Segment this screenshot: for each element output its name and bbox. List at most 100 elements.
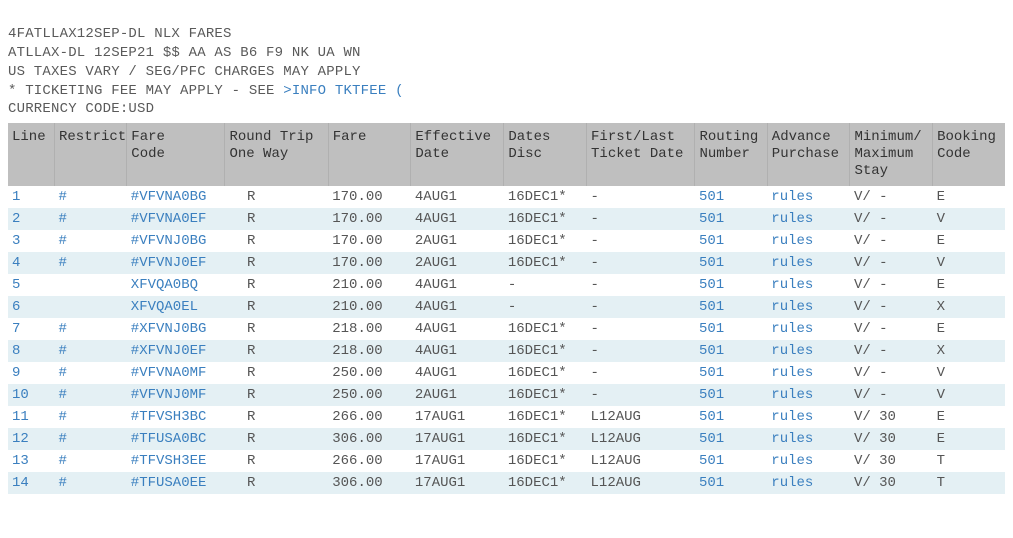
fare-code-link[interactable]: #XFVNJ0EF [127,340,225,362]
routing-number-link[interactable]: 501 [695,472,767,494]
table-row[interactable]: 4##VFVNJ0EFR170.002AUG116DEC1*-501rulesV… [8,252,1005,274]
restrict-flag[interactable]: # [54,340,126,362]
fare-code-link[interactable]: #TFVSH3EE [127,450,225,472]
table-row[interactable]: 3##VFVNJ0BGR170.002AUG116DEC1*-501rulesV… [8,230,1005,252]
advance-rules-link[interactable]: rules [767,450,850,472]
line-number[interactable]: 10 [8,384,54,406]
advance-rules-link[interactable]: rules [767,230,850,252]
restrict-flag[interactable]: # [54,384,126,406]
restrict-flag[interactable]: # [54,230,126,252]
advance-rules-link[interactable]: rules [767,362,850,384]
info-tktfee-link[interactable]: >INFO TKTFEE ( [283,83,403,99]
fare-code-link[interactable]: #TFVSH3BC [127,406,225,428]
line-number[interactable]: 3 [8,230,54,252]
restrict-flag[interactable] [54,274,126,296]
line-number[interactable]: 4 [8,252,54,274]
routing-number-link[interactable]: 501 [695,296,767,318]
col-effdate-header[interactable]: EffectiveDate [411,123,504,185]
restrict-flag[interactable]: # [54,252,126,274]
routing-number-link[interactable]: 501 [695,318,767,340]
col-routing-header[interactable]: RoutingNumber [695,123,767,185]
routing-number-link[interactable]: 501 [695,362,767,384]
col-advance-header[interactable]: AdvancePurchase [767,123,850,185]
table-row[interactable]: 12##TFUSA0BCR306.0017AUG116DEC1*L12AUG50… [8,428,1005,450]
line-number[interactable]: 2 [8,208,54,230]
fare-code-link[interactable]: #TFUSA0EE [127,472,225,494]
fare-code-link[interactable]: #XFVNJ0BG [127,318,225,340]
line-number[interactable]: 13 [8,450,54,472]
restrict-flag[interactable]: # [54,318,126,340]
fare-code-link[interactable]: #VFVNA0MF [127,362,225,384]
advance-rules-link[interactable]: rules [767,406,850,428]
restrict-flag[interactable]: # [54,362,126,384]
advance-rules-link[interactable]: rules [767,340,850,362]
line-number[interactable]: 7 [8,318,54,340]
restrict-flag[interactable] [54,296,126,318]
table-row[interactable]: 1##VFVNA0BGR170.004AUG116DEC1*-501rulesV… [8,186,1005,208]
restrict-flag[interactable]: # [54,208,126,230]
table-row[interactable]: 2##VFVNA0EFR170.004AUG116DEC1*-501rulesV… [8,208,1005,230]
routing-number-link[interactable]: 501 [695,428,767,450]
routing-number-link[interactable]: 501 [695,208,767,230]
routing-number-link[interactable]: 501 [695,384,767,406]
col-minmax-header[interactable]: Minimum/MaximumStay [850,123,933,185]
fare-code-link[interactable]: #TFUSA0BC [127,428,225,450]
table-row[interactable]: 13##TFVSH3EER266.0017AUG116DEC1*L12AUG50… [8,450,1005,472]
line-number[interactable]: 8 [8,340,54,362]
fare-code-link[interactable]: #VFVNA0BG [127,186,225,208]
col-restrict-header[interactable]: Restrict [54,123,126,185]
table-row[interactable]: 11##TFVSH3BCR266.0017AUG116DEC1*L12AUG50… [8,406,1005,428]
line-number[interactable]: 14 [8,472,54,494]
dates-disc: - [504,296,587,318]
fare-code-link[interactable]: XFVQA0BQ [127,274,225,296]
col-booking-header[interactable]: BookingCode [933,123,1005,185]
col-disc-header[interactable]: DatesDisc [504,123,587,185]
line-number[interactable]: 9 [8,362,54,384]
advance-rules-link[interactable]: rules [767,428,850,450]
line-number[interactable]: 1 [8,186,54,208]
table-row[interactable]: 10##VFVNJ0MFR250.002AUG116DEC1*-501rules… [8,384,1005,406]
table-row[interactable]: 6XFVQA0ELR210.004AUG1--501rulesV/ -X [8,296,1005,318]
advance-rules-link[interactable]: rules [767,208,850,230]
table-row[interactable]: 9##VFVNA0MFR250.004AUG116DEC1*-501rulesV… [8,362,1005,384]
table-row[interactable]: 7##XFVNJ0BGR218.004AUG116DEC1*-501rulesV… [8,318,1005,340]
table-row[interactable]: 5XFVQA0BQR210.004AUG1--501rulesV/ -E [8,274,1005,296]
restrict-flag[interactable]: # [54,472,126,494]
fare-code-link[interactable]: #VFVNJ0EF [127,252,225,274]
routing-number-link[interactable]: 501 [695,252,767,274]
routing-number-link[interactable]: 501 [695,406,767,428]
col-rtow-header[interactable]: Round TripOne Way [225,123,328,185]
col-fare-header[interactable]: Fare [328,123,411,185]
col-firstlast-header[interactable]: First/LastTicket Date [587,123,695,185]
line-number[interactable]: 5 [8,274,54,296]
line-number[interactable]: 6 [8,296,54,318]
table-row[interactable]: 8##XFVNJ0EFR218.004AUG116DEC1*-501rulesV… [8,340,1005,362]
fare-code-link[interactable]: XFVQA0EL [127,296,225,318]
advance-rules-link[interactable]: rules [767,186,850,208]
booking-code: V [933,384,1005,406]
advance-rules-link[interactable]: rules [767,318,850,340]
advance-rules-link[interactable]: rules [767,472,850,494]
advance-rules-link[interactable]: rules [767,384,850,406]
advance-rules-link[interactable]: rules [767,296,850,318]
routing-number-link[interactable]: 501 [695,340,767,362]
advance-rules-link[interactable]: rules [767,252,850,274]
routing-number-link[interactable]: 501 [695,450,767,472]
table-row[interactable]: 14##TFUSA0EER306.0017AUG116DEC1*L12AUG50… [8,472,1005,494]
line-number[interactable]: 12 [8,428,54,450]
col-farecode-header[interactable]: FareCode [127,123,225,185]
fare-code-link[interactable]: #VFVNJ0BG [127,230,225,252]
line-number[interactable]: 11 [8,406,54,428]
restrict-flag[interactable]: # [54,450,126,472]
restrict-flag[interactable]: # [54,406,126,428]
routing-number-link[interactable]: 501 [695,274,767,296]
restrict-flag[interactable]: # [54,186,126,208]
advance-rules-link[interactable]: rules [767,274,850,296]
routing-number-link[interactable]: 501 [695,230,767,252]
col-line-header[interactable]: Line [8,123,54,185]
routing-number-link[interactable]: 501 [695,186,767,208]
restrict-flag[interactable]: # [54,428,126,450]
fare-code-link[interactable]: #VFVNJ0MF [127,384,225,406]
fare-code-link[interactable]: #VFVNA0EF [127,208,225,230]
effective-date: 4AUG1 [411,296,504,318]
